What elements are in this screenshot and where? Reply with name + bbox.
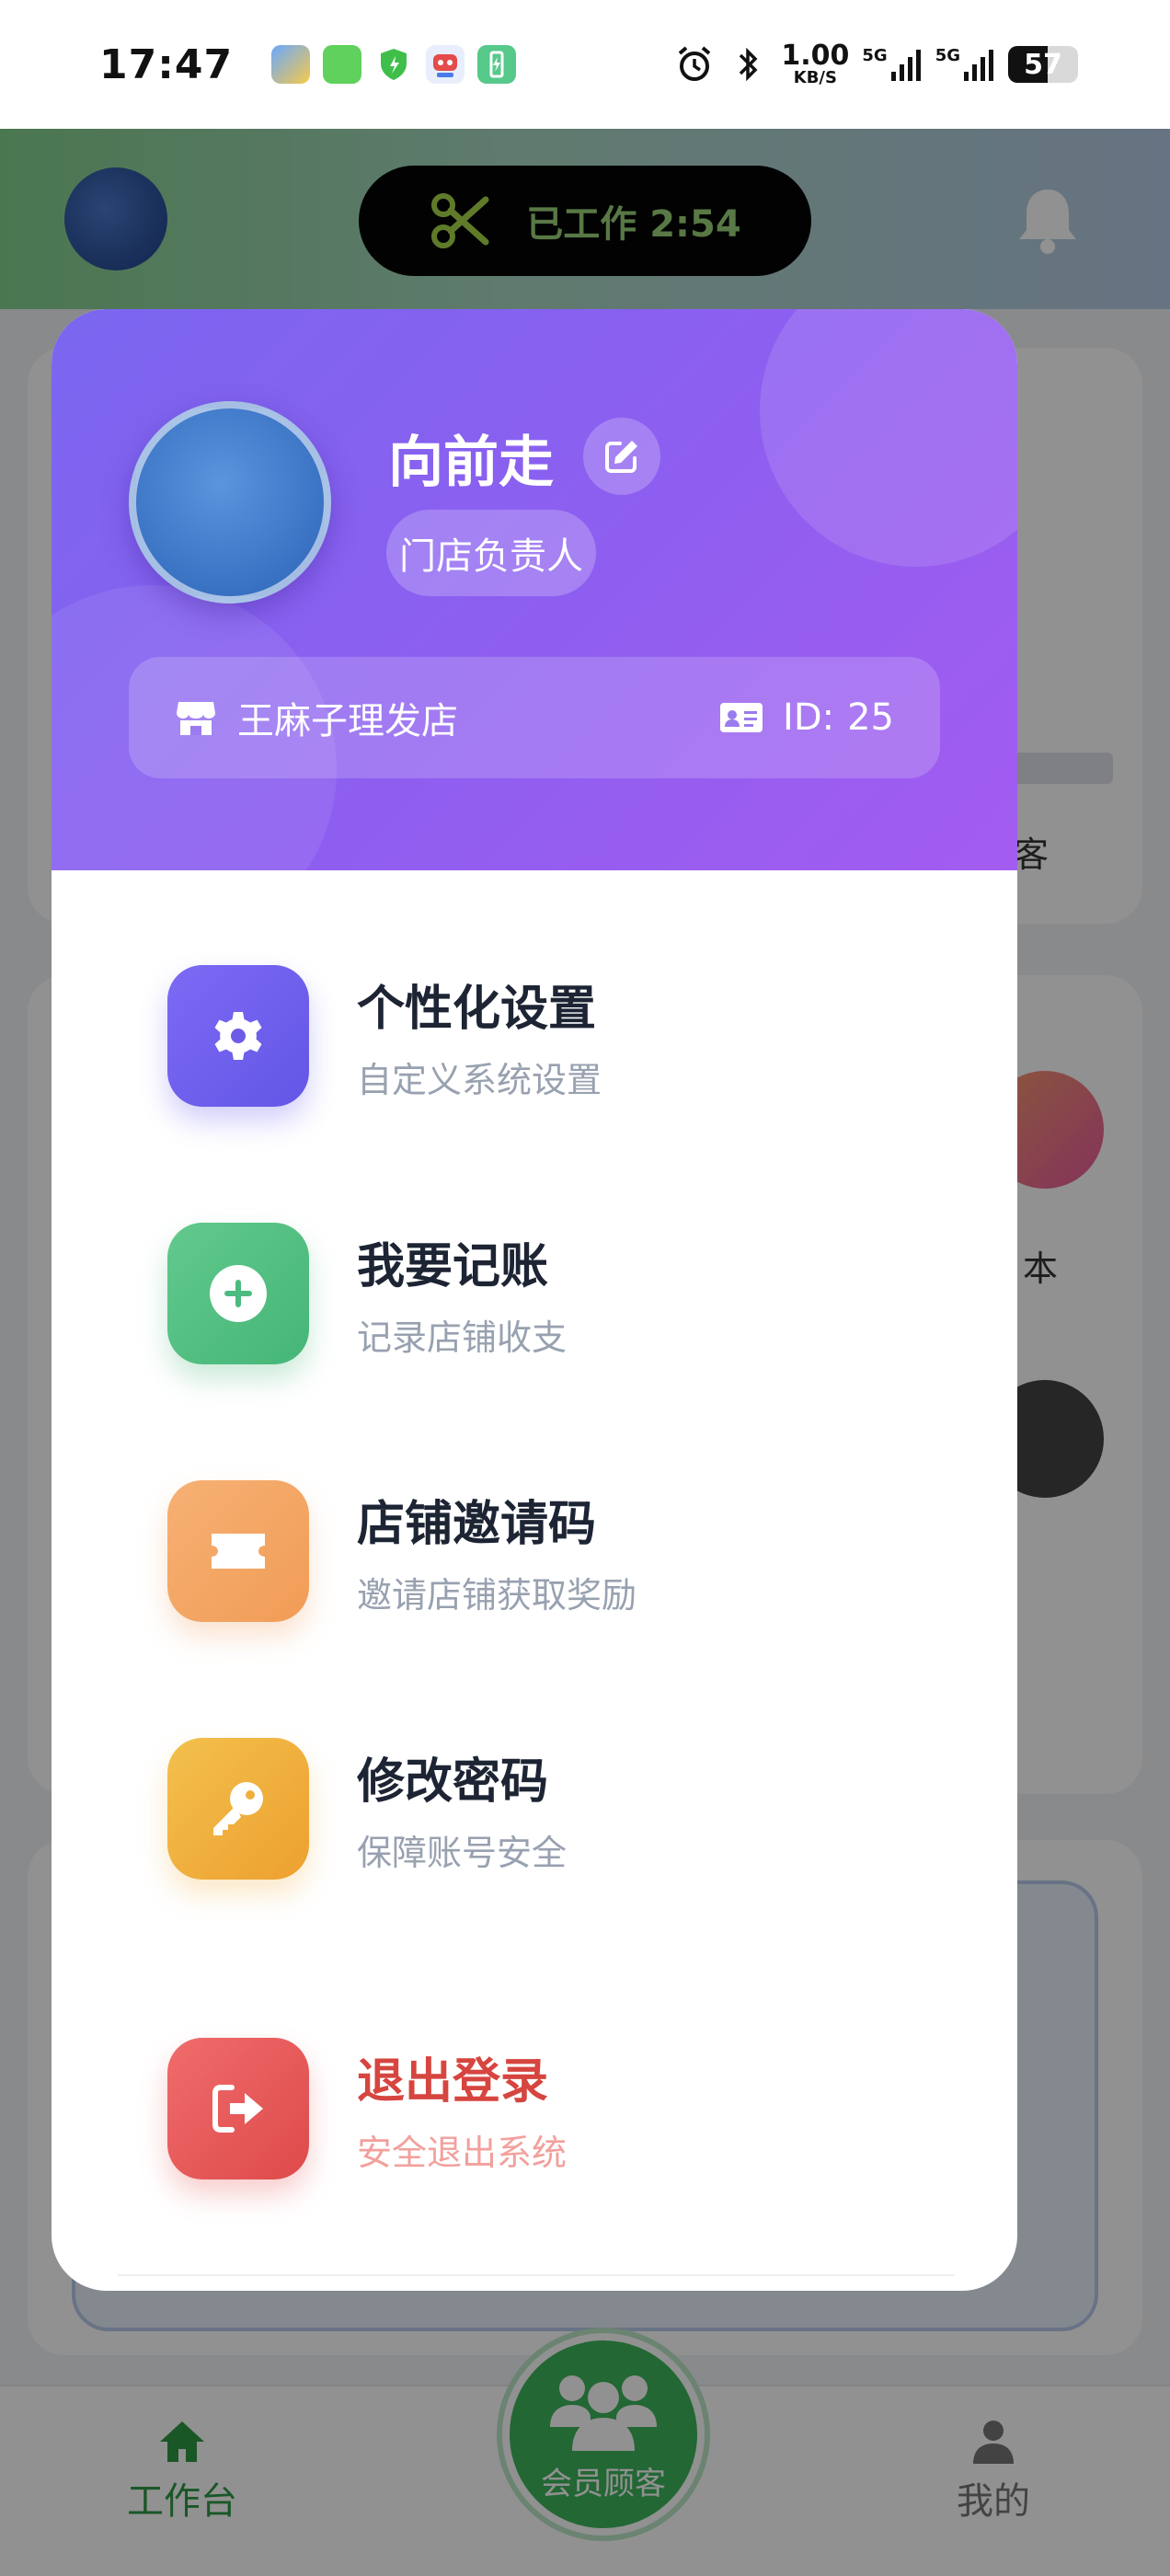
status-app-icons [271,45,517,84]
menu-divider [118,2274,955,2276]
status-bar: 17:47 1.00 KB/S 5G 5G 57 [0,0,1170,129]
menu-icon-box [167,2038,309,2179]
logout-icon [212,2085,263,2133]
menu-item-title: 个性化设置 [357,982,597,1037]
messages-icon [323,45,362,84]
edit-icon [605,441,637,473]
menu-item-subtitle: 邀请店铺获取奖励 [357,1575,637,1616]
menu-item-change-password[interactable]: 修改密码 保障账号安全 [167,1735,567,1882]
menu-item-text: 修改密码 保障账号安全 [357,1742,567,1875]
robot-app-icon [426,45,465,84]
key-icon [213,1782,263,1835]
cell-signal-icon [890,50,921,81]
cell-signal-icon [964,50,993,81]
gear-icon [214,1012,262,1060]
role-badge: 门店负责人 [386,510,596,596]
menu-item-text: 店铺邀请码 邀请店铺获取奖励 [357,1485,637,1617]
profile-menu-modal: 向前走 门店负责人 王麻子理发店 ID: 25 个性化设置 自定义系统设置 我要… [52,309,1017,2291]
menu-icon-box [167,1480,309,1622]
menu-item-subtitle: 记录店铺收支 [357,1317,568,1358]
logout-subtitle: 安全退出系统 [357,2133,568,2173]
plus-circle-icon [210,1265,267,1322]
alarm-icon [679,46,711,81]
menu-item-text: 我要记账 记录店铺收支 [357,1227,567,1360]
menu-item-settings[interactable]: 个性化设置 自定义系统设置 [167,962,602,1110]
security-shield-icon [374,45,414,84]
store-info-bar: 王麻子理发店 ID: 25 [129,657,940,778]
bluetooth-icon [740,47,758,82]
menu-item-subtitle: 自定义系统设置 [357,1060,602,1100]
profile-header: 向前走 门店负责人 王麻子理发店 ID: 25 [52,309,1017,870]
menu-item-bookkeeping[interactable]: 我要记账 记录店铺收支 [167,1220,567,1367]
network-speed: 1.00 KB/S [781,40,850,87]
decorative-circle [760,309,1017,567]
edit-profile-button[interactable] [583,418,660,495]
menu-icon-box [167,965,309,1107]
battery-app-icon [477,45,517,84]
profile-avatar[interactable] [129,401,331,604]
signal-strength-2: 5G [935,46,995,83]
store-id: ID: 25 [718,696,894,739]
menu-item-subtitle: 保障账号安全 [357,1833,568,1873]
status-right-group: 1.00 KB/S 5G 5G 57 [674,42,1078,86]
store-id-value: 25 [847,696,894,739]
user-name: 向前走 [388,431,554,495]
logout-title: 退出登录 [357,2054,549,2110]
store-id-label: ID: [783,696,835,739]
store-icon [177,702,215,735]
menu-item-title: 我要记账 [357,1239,549,1294]
menu-item-text: 退出登录 安全退出系统 [357,2042,567,2175]
store-name: 王麻子理发店 [237,700,458,742]
menu-item-text: 个性化设置 自定义系统设置 [357,970,602,1102]
battery-indicator: 57 [1008,46,1078,83]
weather-icon [271,45,311,84]
menu-icon-box [167,1738,309,1880]
status-time: 17:47 [99,40,234,88]
ticket-icon [212,1534,265,1569]
menu-item-title: 店铺邀请码 [357,1497,597,1552]
menu-item-logout[interactable]: 退出登录 安全退出系统 [167,2035,567,2182]
menu-icon-box [167,1223,309,1364]
menu-item-invite-code[interactable]: 店铺邀请码 邀请店铺获取奖励 [167,1478,637,1625]
signal-strength-1: 5G [862,46,922,83]
id-card-icon [720,703,763,732]
menu-item-title: 修改密码 [357,1754,549,1810]
